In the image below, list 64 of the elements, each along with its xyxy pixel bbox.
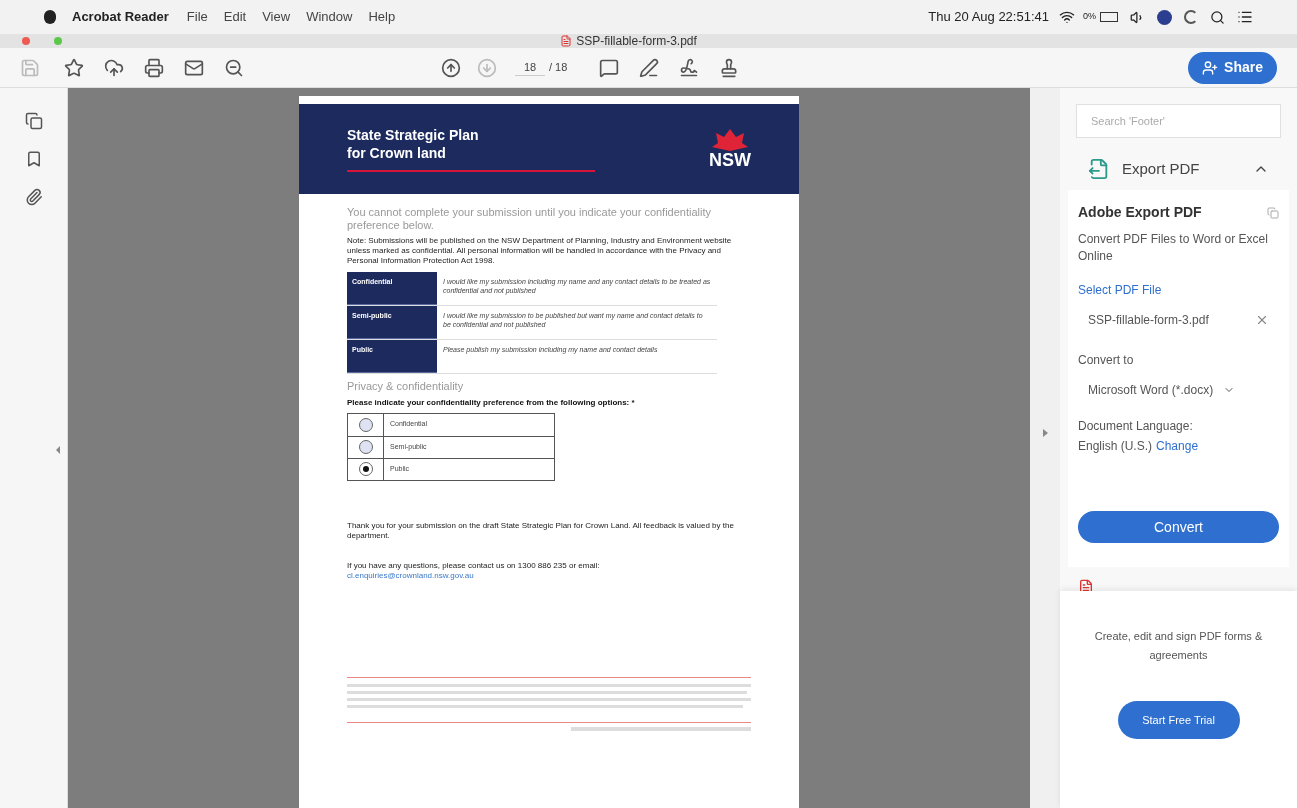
paperclip-icon[interactable] xyxy=(24,188,43,206)
document-title: State Strategic Plan for Crown land xyxy=(347,126,480,162)
note-text: Note: Submissions will be published on the NSW Department of Planning, Industry and Environment website unless marked as confidential. All personal information will be handled in accordance with the Privacy and Personal Information Protection Act 1998. xyxy=(347,236,733,266)
circle-outline-icon[interactable] xyxy=(1184,10,1198,24)
file-name: SSP-fillable-form-3.pdf xyxy=(1088,312,1209,329)
search-field[interactable]: Search 'Footer' xyxy=(1076,104,1281,138)
intro-text: You cannot complete your submission until you indicate your confidentiality preference below. xyxy=(347,206,713,232)
zoom-out-icon[interactable] xyxy=(224,57,244,78)
format-dropdown[interactable]: Microsoft Word (*.docx) xyxy=(1078,381,1279,399)
start-trial-button[interactable]: Start Free Trial xyxy=(1117,701,1240,739)
star-icon[interactable] xyxy=(64,57,84,78)
tool-header[interactable]: Export PDF xyxy=(1060,148,1297,190)
menu-item[interactable]: Window xyxy=(306,7,353,27)
pen-icon[interactable] xyxy=(639,57,660,78)
panel-description: Convert PDF Files to Word or Excel Online xyxy=(1078,231,1269,265)
language-value: English (U.S.) xyxy=(1078,438,1153,455)
menu-item[interactable]: Help xyxy=(368,7,396,27)
waratah-flower-icon xyxy=(710,129,750,151)
right-collapse-arrow-icon[interactable] xyxy=(1042,429,1048,437)
pages-icon[interactable] xyxy=(24,112,43,130)
language-label: Document Language: xyxy=(1078,418,1194,435)
left-collapse-arrow-icon[interactable] xyxy=(56,446,60,454)
wifi-icon[interactable] xyxy=(1059,9,1075,25)
search-icon[interactable] xyxy=(1210,9,1225,25)
radio-button[interactable] xyxy=(358,462,373,476)
promo-text: Create, edit and sign PDF forms & agreements xyxy=(1093,629,1264,663)
pdf-file-icon xyxy=(560,35,573,47)
window-title: SSP-fillable-form-3.pdf xyxy=(576,34,697,48)
add-user-icon xyxy=(1202,59,1219,76)
change-language-link[interactable]: Change xyxy=(1156,437,1199,455)
stamp-icon[interactable] xyxy=(719,57,740,78)
apple-logo-icon[interactable] xyxy=(44,10,56,24)
select-file-link[interactable]: Select PDF File xyxy=(1078,281,1279,299)
section-title: Privacy & confidentiality xyxy=(347,379,465,394)
menu-list-icon[interactable] xyxy=(1237,9,1253,25)
clock: Thu 20 Aug 22:51:41 xyxy=(928,8,1049,27)
convert-button[interactable]: Convert xyxy=(1078,511,1279,543)
previous-page-icon[interactable] xyxy=(441,57,461,78)
battery-icon[interactable] xyxy=(1100,12,1118,22)
radio-button[interactable] xyxy=(358,417,373,432)
cloud-upload-icon[interactable] xyxy=(104,57,124,78)
comment-icon[interactable] xyxy=(599,57,620,78)
thanks-text: Thank you for your submission on the draft State Strategic Plan for Crown Land. All feedback is valued by the department. xyxy=(347,520,735,541)
page-number-field[interactable]: 18 xyxy=(515,58,545,77)
pdf-tool-icon xyxy=(1078,579,1094,591)
page-total: / 18 xyxy=(549,60,568,76)
print-icon[interactable] xyxy=(144,57,164,78)
radio-button[interactable] xyxy=(358,440,373,454)
battery-percentage: 0% xyxy=(1083,10,1096,24)
app-menu[interactable]: Acrobat Reader xyxy=(72,7,169,27)
logo-text: NSW xyxy=(709,151,751,169)
email-link[interactable]: cl.enquiries@crownland.nsw.gov.au xyxy=(347,570,474,581)
close-window-button[interactable] xyxy=(22,37,30,45)
remove-file-icon[interactable] xyxy=(1255,313,1269,327)
question-text: Please indicate your confidentiality preference from the following options: * xyxy=(347,396,636,409)
menu-item[interactable]: File xyxy=(186,7,208,27)
contact-text: If you have any questions, please contact us on 1300 886 235 or email: xyxy=(347,560,601,571)
convert-to-label: Convert to xyxy=(1078,352,1135,369)
export-file-icon xyxy=(1088,158,1110,180)
menu-item[interactable]: View xyxy=(262,7,291,27)
panel-heading: Adobe Export PDF xyxy=(1078,203,1202,222)
share-button[interactable]: Share xyxy=(1188,51,1277,84)
signature-icon[interactable] xyxy=(679,57,700,78)
menu-item[interactable]: Edit xyxy=(223,7,247,27)
